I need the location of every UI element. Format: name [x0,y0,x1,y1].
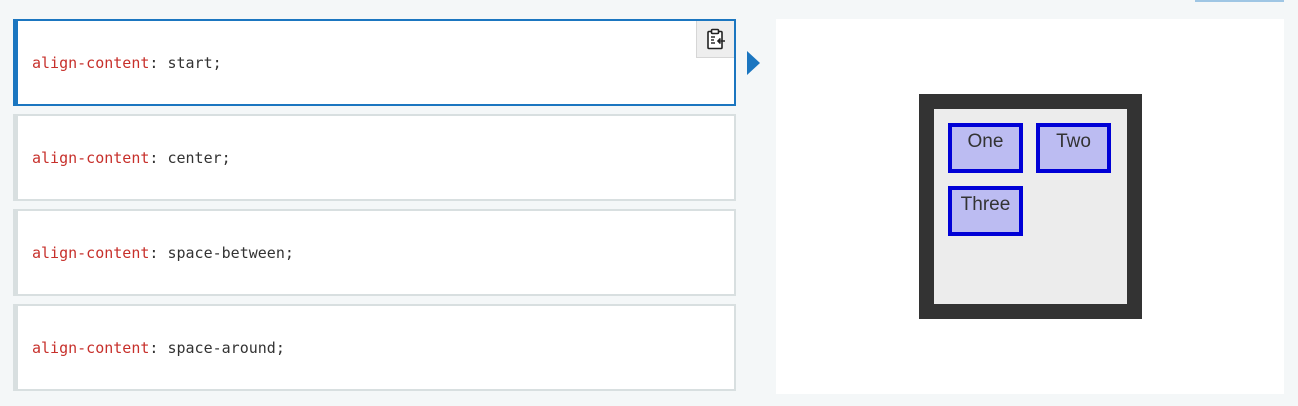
css-value: start [167,54,213,72]
clipboard-icon [706,28,725,50]
flex-item-three: Three [948,186,1023,236]
semicolon: ; [284,244,294,262]
flex-container-demo: One Two Three [919,94,1142,319]
css-property: align-content [32,149,150,167]
choice-align-content-space-around[interactable]: align-content: space-around; [13,304,736,391]
code-line: align-content: space-between; [32,244,294,262]
css-property: align-content [32,244,150,262]
colon: : [149,54,168,72]
copy-button[interactable] [696,21,734,58]
choice-align-content-space-between[interactable]: align-content: space-between; [13,209,736,296]
css-value: space-between [167,244,285,262]
code-line: align-content: center; [32,149,231,167]
code-line: align-content: start; [32,54,222,72]
choice-align-content-center[interactable]: align-content: center; [13,114,736,201]
colon: : [149,339,168,357]
output-panel: One Two Three [776,19,1284,394]
css-value: center [167,149,222,167]
choice-align-content-start[interactable]: align-content: start; [13,19,736,106]
selected-arrow-icon [747,51,760,75]
flex-item-two: Two [1036,123,1111,173]
css-value: space-around [167,339,276,357]
top-accent-bar [1195,0,1284,2]
colon: : [149,244,168,262]
code-line: align-content: space-around; [32,339,285,357]
choice-list: align-content: start; align-content: cen… [13,19,736,399]
semicolon: ; [221,149,231,167]
semicolon: ; [212,54,222,72]
css-property: align-content [32,339,150,357]
css-property: align-content [32,54,150,72]
colon: : [149,149,168,167]
flex-item-one: One [948,123,1023,173]
semicolon: ; [275,339,285,357]
